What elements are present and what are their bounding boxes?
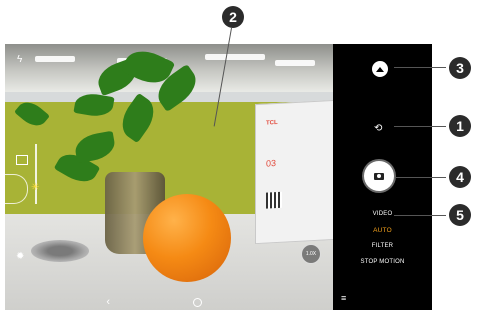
home-icon[interactable]: [192, 297, 202, 307]
ceiling-light: [35, 56, 75, 62]
zoom-button[interactable]: 1.0X: [301, 244, 321, 264]
mode-filter[interactable]: FILTER: [333, 243, 432, 249]
ceiling-light: [275, 60, 315, 66]
qr-code: [266, 191, 282, 209]
gear-icon[interactable]: ✹: [16, 251, 24, 262]
desk-grommet: [31, 240, 89, 262]
calendar-brand: TCL: [266, 119, 278, 127]
mode-video[interactable]: VIDEO: [333, 211, 432, 217]
callout-5: 5: [449, 204, 471, 226]
callout-4: 4: [449, 166, 471, 188]
mountain-icon: [376, 66, 384, 72]
calendar-day: 03: [266, 158, 277, 169]
leader-line-4: [396, 177, 446, 178]
desk-calendar: TCL 03: [255, 99, 333, 245]
mode-stop-motion[interactable]: STOP MOTION: [333, 259, 432, 265]
aspect-ratio-icon[interactable]: [16, 155, 28, 165]
ceiling-light: [205, 54, 265, 60]
leader-line-1: [394, 126, 446, 127]
gallery-icon[interactable]: [372, 61, 388, 77]
callout-2: 2: [222, 6, 244, 28]
zoom-level: 1.0X: [305, 251, 317, 257]
back-icon[interactable]: ‹: [106, 296, 110, 308]
switch-camera-icon[interactable]: ⟲: [374, 123, 382, 134]
shutter-button[interactable]: [364, 161, 394, 191]
callout-1: 1: [449, 115, 471, 137]
exposure-sun-icon[interactable]: ✳: [31, 182, 39, 193]
orange-fruit: [143, 194, 231, 282]
mode-auto[interactable]: AUTO: [333, 227, 432, 234]
callout-3: 3: [449, 57, 471, 79]
camera-icon: [374, 172, 384, 180]
menu-icon[interactable]: ≡: [341, 293, 346, 303]
leader-line-5: [394, 215, 446, 216]
camera-viewfinder[interactable]: TCL 03 ϟ ✳ ✹ 1.0X ‹: [5, 44, 333, 310]
navigation-bar: ‹: [5, 294, 333, 310]
exposure-slider[interactable]: [35, 144, 37, 204]
flash-off-icon[interactable]: ϟ: [17, 54, 22, 65]
leader-line-3: [394, 67, 446, 68]
